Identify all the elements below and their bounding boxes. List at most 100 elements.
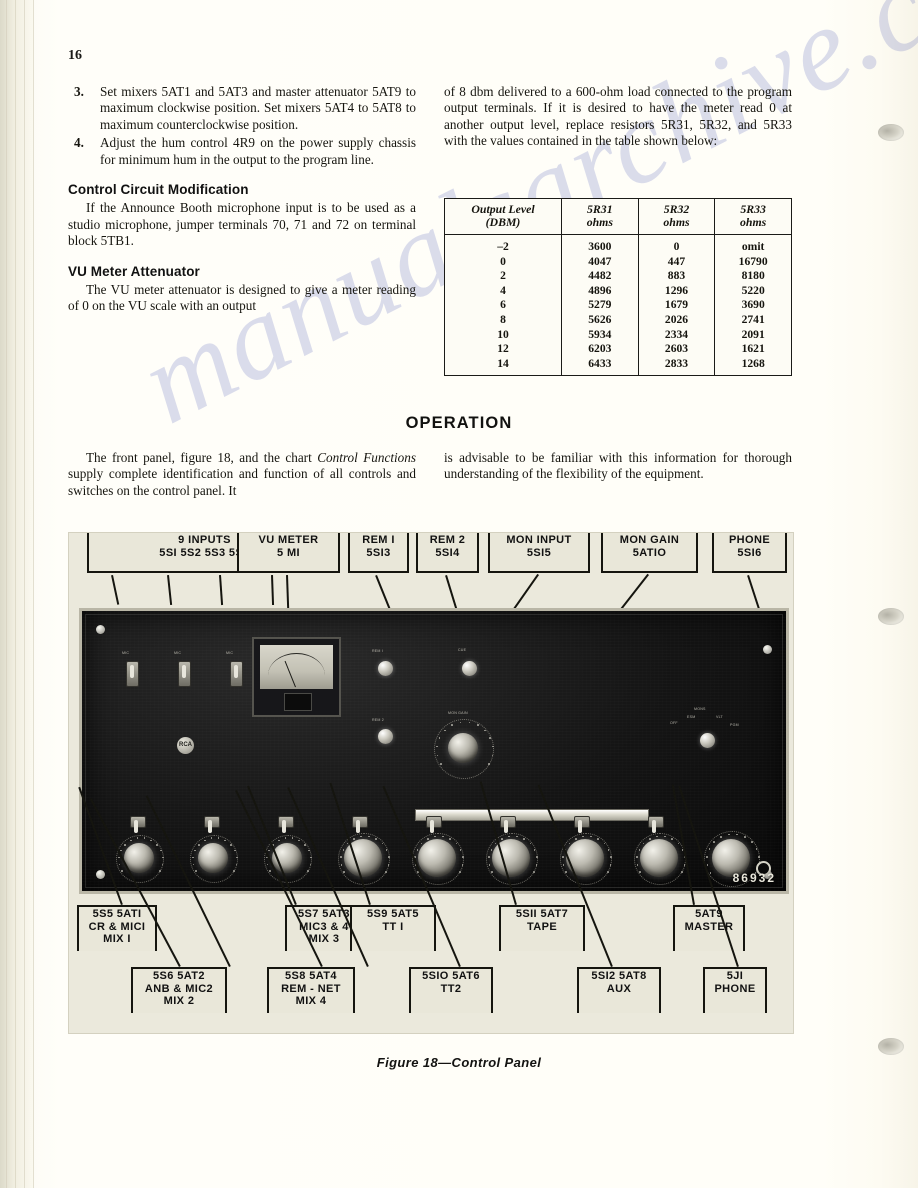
callout-line2: TT2: [440, 982, 462, 995]
heading-vu-meter-attenuator: VU Meter Attenuator: [68, 263, 200, 279]
table-header-row: Output Level (DBM) 5R31 ohms 5R32 ohms 5…: [444, 198, 792, 235]
key-switch-5s11[interactable]: [574, 816, 590, 833]
dial-tick: [284, 837, 287, 840]
dial-tick: [230, 843, 232, 846]
list-item: 4. Adjust the hum control 4R9 on the pow…: [68, 135, 416, 168]
callout-line2: AUX: [606, 982, 632, 995]
column-header-line2: ohms: [663, 215, 690, 229]
callout-line1: 5SI2 5AT8: [591, 970, 647, 982]
callout-line2: 5 MI: [277, 546, 300, 559]
step-text: Adjust the hum control 4R9 on the power …: [100, 135, 416, 167]
callout-tt-2: 5SIO 5AT6 TT2: [409, 967, 493, 1013]
list-item: 3. Set mixers 5AT1 and 5AT3 and master a…: [68, 84, 416, 133]
table-row: 2 4482 883 8180: [444, 269, 792, 284]
callout-line1: MON INPUT: [506, 534, 572, 546]
dial-tick: [709, 872, 712, 874]
operation-right-paragraph: is advisable to be familiar with this in…: [444, 450, 792, 482]
panel-screw: [763, 645, 772, 654]
table-header: Output Level (DBM) 5R31 ohms 5R32 ohms 5…: [444, 198, 792, 235]
key-switch-5s12[interactable]: [648, 816, 664, 833]
table-body: –2 3600 0 omit 0 4047 447 16790 2 4482 883 8180 4 489…: [444, 234, 792, 376]
callout-line2: 5ATIO: [632, 546, 667, 559]
lever-switch-rem-2[interactable]: [378, 729, 393, 744]
key-switch-5s5[interactable]: [130, 816, 146, 833]
table-cell: 5934: [561, 327, 639, 343]
key-switch-5s7[interactable]: [278, 816, 294, 833]
dial-tick: [575, 837, 577, 840]
callout-line1: REM I: [362, 534, 395, 546]
dial-tick: [388, 856, 390, 858]
dial-tick: [160, 849, 162, 852]
callout-line1: MON GAIN: [619, 534, 680, 546]
column-header-line1: 5R32: [663, 202, 690, 216]
dial-tick: [375, 837, 377, 840]
dial-tick: [161, 863, 164, 866]
column-header-line2: ohms: [740, 215, 767, 229]
leader-line: [111, 575, 120, 605]
table-row: 0 4047 447 16790: [444, 254, 792, 270]
dial-tick: [758, 856, 760, 858]
lever-switch-rem-1[interactable]: [378, 661, 393, 676]
input-toggle-5s1[interactable]: [126, 661, 139, 687]
leader-line: [167, 575, 173, 605]
key-switch-5s6[interactable]: [204, 816, 220, 833]
dial-tick: [462, 856, 464, 858]
dial-tick: [488, 856, 490, 858]
dial-tick: [736, 833, 738, 836]
mixer-knob-5at8[interactable]: [640, 839, 678, 877]
dial-tick: [639, 871, 641, 873]
dial-tick: [427, 837, 429, 840]
dial-tick: [162, 856, 164, 859]
lever-switch-cue[interactable]: [462, 661, 477, 676]
table-cell: 2833: [637, 356, 716, 376]
dial-tick: [438, 737, 441, 739]
table-cell: 2091: [714, 327, 792, 343]
callout-phone: PHONE 5SI6: [712, 533, 787, 573]
dial-tick: [340, 864, 343, 866]
dial-tick: [449, 837, 451, 840]
binder-hole-icon: [878, 608, 904, 625]
switch-label: OFF: [670, 721, 678, 725]
key-switch-5s9[interactable]: [426, 816, 442, 833]
dial-tick: [491, 871, 493, 873]
callout-line2: MASTER: [684, 920, 734, 933]
dial-tick: [442, 835, 444, 838]
dial-tick: [523, 837, 525, 840]
dial-tick: [649, 837, 651, 840]
callout-line2: CR & MICI: [88, 920, 146, 933]
dial-tick: [501, 837, 503, 840]
dial-tick: [360, 835, 362, 838]
input-toggle-5s3[interactable]: [230, 661, 243, 687]
monitor-selector-switch-5s16[interactable]: [700, 733, 715, 748]
mon-gain-knob-5at10[interactable]: [448, 733, 478, 763]
callout-line1: VU METER: [258, 534, 319, 546]
right-text-column: of 8 dbm delivered to a 600-ohm load con…: [444, 84, 792, 152]
table-row: 12 6203 2603 1621: [444, 342, 792, 357]
input-toggle-5s2[interactable]: [178, 661, 191, 687]
toggle-label: MIC: [174, 651, 182, 655]
dial-tick: [159, 870, 161, 872]
dial-tick: [562, 856, 564, 858]
table-row: 14 6433 2833 1268: [444, 356, 792, 376]
table-cell: 3690: [714, 298, 792, 313]
dial-tick: [459, 721, 462, 724]
vu-meter-base: [284, 693, 312, 711]
vu-meter-face: [260, 645, 333, 689]
page-number: 16: [68, 48, 82, 63]
dial-tick: [664, 835, 666, 838]
mixer-knob-5at2[interactable]: [198, 843, 228, 873]
table-cell: 12: [444, 342, 562, 357]
dial-tick: [708, 848, 711, 850]
key-switch-5s8[interactable]: [352, 816, 368, 833]
dial-tick: [136, 837, 139, 840]
mixer-knob-5at5[interactable]: [418, 839, 456, 877]
dial-tick: [610, 856, 612, 858]
dial-tick: [268, 849, 270, 852]
table-row: 10 5934 2334 2091: [444, 327, 792, 343]
toggle-label: MIC: [122, 651, 130, 655]
key-switch-5s10[interactable]: [500, 816, 516, 833]
dial-tick: [368, 835, 370, 838]
dial-tick: [562, 864, 565, 866]
table-cell: 2741: [714, 312, 792, 328]
dial-tick: [458, 871, 461, 873]
